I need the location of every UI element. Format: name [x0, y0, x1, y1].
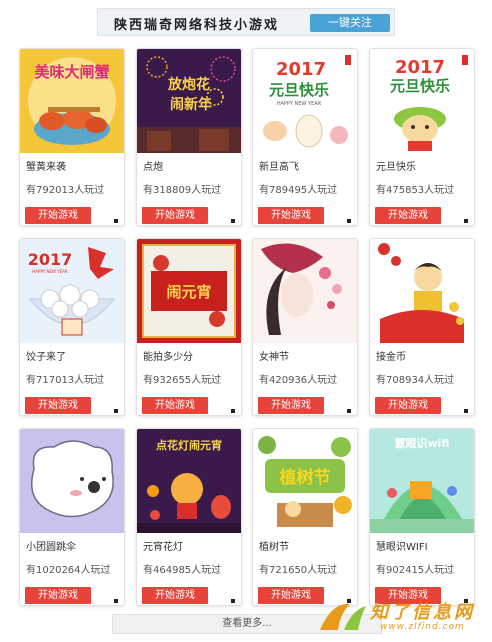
game-name: 饺子来了: [26, 352, 66, 363]
play-count: 有708934人玩过: [376, 375, 455, 386]
thumb-subtext: HAPPY NEW YEAR: [277, 101, 322, 107]
play-count: 有932655人玩过: [143, 375, 222, 386]
game-thumbnail-crab[interactable]: 美味大闸蟹: [20, 49, 124, 153]
thumb-subtext: HAPPY NEW YEAR: [32, 269, 68, 274]
thumb-text: 元旦快乐: [390, 77, 450, 95]
game-name: 接金币: [376, 352, 406, 363]
play-count: 有792013人玩过: [26, 185, 105, 196]
game-thumbnail-lantern[interactable]: 点花灯闹元宵: [137, 429, 241, 533]
follow-button[interactable]: 一键关注: [310, 14, 390, 32]
play-count: 有464985人玩过: [143, 565, 222, 576]
game-name: 元宵花灯: [143, 542, 183, 553]
game-card[interactable]: 2017 元旦快乐 HAPPY NEW YEAR 新旦高飞 有789495人玩过…: [252, 48, 358, 226]
game-name: 点炮: [143, 162, 163, 173]
watermark-brand: 知了信息网: [370, 602, 475, 623]
thumb-text: 慧眼识wifi: [394, 436, 449, 450]
game-card[interactable]: 女神节 有420936人玩过 开始游戏: [252, 238, 358, 416]
corner-mark-icon: [231, 219, 235, 223]
game-name: 元旦快乐: [376, 162, 416, 173]
game-card[interactable]: 美味大闸蟹 蟹黄来袭 有792013人玩过 开始游戏: [19, 48, 125, 226]
play-count: 有420936人玩过: [259, 375, 338, 386]
game-thumbnail-coins[interactable]: [370, 239, 474, 343]
game-card[interactable]: 慧眼识wifi 慧眼识WIFI 有902415人玩过 开始游戏: [369, 428, 475, 606]
game-name: 新旦高飞: [259, 162, 299, 173]
game-card[interactable]: 接金币 有708934人玩过 开始游戏: [369, 238, 475, 416]
play-count: 有717013人玩过: [26, 375, 105, 386]
game-thumbnail-goddess[interactable]: [253, 239, 357, 343]
start-game-button[interactable]: 开始游戏: [142, 207, 208, 224]
game-card[interactable]: 闹元宵 能拍多少分 有932655人玩过 开始游戏: [136, 238, 242, 416]
game-name: 慧眼识WIFI: [376, 542, 428, 553]
game-card[interactable]: 植树节 植树节 有721650人玩过 开始游戏: [252, 428, 358, 606]
game-name: 蟹黄来袭: [26, 162, 66, 173]
game-thumbnail-dumplings[interactable]: 2017 HAPPY NEW YEAR: [20, 239, 124, 343]
watermark-url: www.zlfind.com: [380, 622, 465, 632]
game-thumbnail-tree[interactable]: 植树节: [253, 429, 357, 533]
start-game-button[interactable]: 开始游戏: [258, 397, 324, 414]
game-card[interactable]: 2017 HAPPY NEW YEAR 饺子来了 有717013人玩过 开始游戏: [19, 238, 125, 416]
thumb-text-line2: 闹新年: [170, 96, 212, 113]
game-card[interactable]: 点花灯闹元宵 元宵花灯 有464985人玩过 开始游戏: [136, 428, 242, 606]
thumb-text: 闹元宵: [166, 283, 211, 301]
corner-mark-icon: [114, 409, 118, 413]
play-count: 有902415人玩过: [376, 565, 455, 576]
start-game-button[interactable]: 开始游戏: [258, 207, 324, 224]
play-count: 有789495人玩过: [259, 185, 338, 196]
thumb-text: 元旦快乐: [269, 81, 329, 99]
header-banner: 陕西瑞奇网络科技小游戏 一键关注: [97, 8, 395, 36]
thumb-year: 2017: [276, 59, 326, 80]
thumb-text: 点花灯闹元宵: [156, 438, 222, 452]
corner-mark-icon: [114, 599, 118, 603]
game-thumbnail-newyear-egg[interactable]: 2017 元旦快乐 HAPPY NEW YEAR: [253, 49, 357, 153]
watermark: 知了信息网 www.zlfind.com: [314, 596, 490, 638]
start-game-button[interactable]: 开始游戏: [375, 397, 441, 414]
start-game-button[interactable]: 开始游戏: [25, 397, 91, 414]
start-game-button[interactable]: 开始游戏: [25, 207, 91, 224]
game-card[interactable]: 小团圆跳伞 有1020264人玩过 开始游戏: [19, 428, 125, 606]
game-thumbnail-newyear-character[interactable]: 2017 元旦快乐: [370, 49, 474, 153]
watermark-logo-icon: [320, 603, 366, 630]
game-name: 能拍多少分: [143, 352, 193, 363]
thumb-text-line1: 放炮花: [167, 76, 210, 93]
corner-mark-icon: [231, 599, 235, 603]
corner-mark-icon: [231, 409, 235, 413]
play-count: 有475853人玩过: [376, 185, 455, 196]
game-card[interactable]: 放炮花 闹新年 点炮 有318809人玩过 开始游戏: [136, 48, 242, 226]
start-game-button[interactable]: 开始游戏: [375, 207, 441, 224]
game-name: 植树节: [259, 542, 289, 553]
game-thumbnail-wifi[interactable]: 慧眼识wifi: [370, 429, 474, 533]
game-card[interactable]: 2017 元旦快乐 元旦快乐 有475853人玩过 开始游戏: [369, 48, 475, 226]
play-count: 有721650人玩过: [259, 565, 338, 576]
game-thumbnail-red-festival[interactable]: 闹元宵: [137, 239, 241, 343]
thumb-year: 2017: [395, 57, 445, 78]
corner-mark-icon: [464, 409, 468, 413]
corner-mark-icon: [347, 409, 351, 413]
thumb-year: 2017: [28, 250, 73, 269]
thumb-text: 植树节: [280, 467, 331, 488]
start-game-button[interactable]: 开始游戏: [25, 587, 91, 604]
corner-mark-icon: [114, 219, 118, 223]
start-game-button[interactable]: 开始游戏: [142, 587, 208, 604]
play-count: 有1020264人玩过: [26, 565, 111, 576]
corner-mark-icon: [464, 219, 468, 223]
game-thumbnail-bear[interactable]: [20, 429, 124, 533]
game-name: 小团圆跳伞: [26, 542, 76, 553]
play-count: 有318809人玩过: [143, 185, 222, 196]
start-game-button[interactable]: 开始游戏: [142, 397, 208, 414]
game-thumbnail-firecracker[interactable]: 放炮花 闹新年: [137, 49, 241, 153]
thumb-text: 美味大闸蟹: [34, 63, 109, 81]
corner-mark-icon: [347, 219, 351, 223]
app-title: 陕西瑞奇网络科技小游戏: [114, 18, 280, 33]
game-name: 女神节: [259, 352, 289, 363]
